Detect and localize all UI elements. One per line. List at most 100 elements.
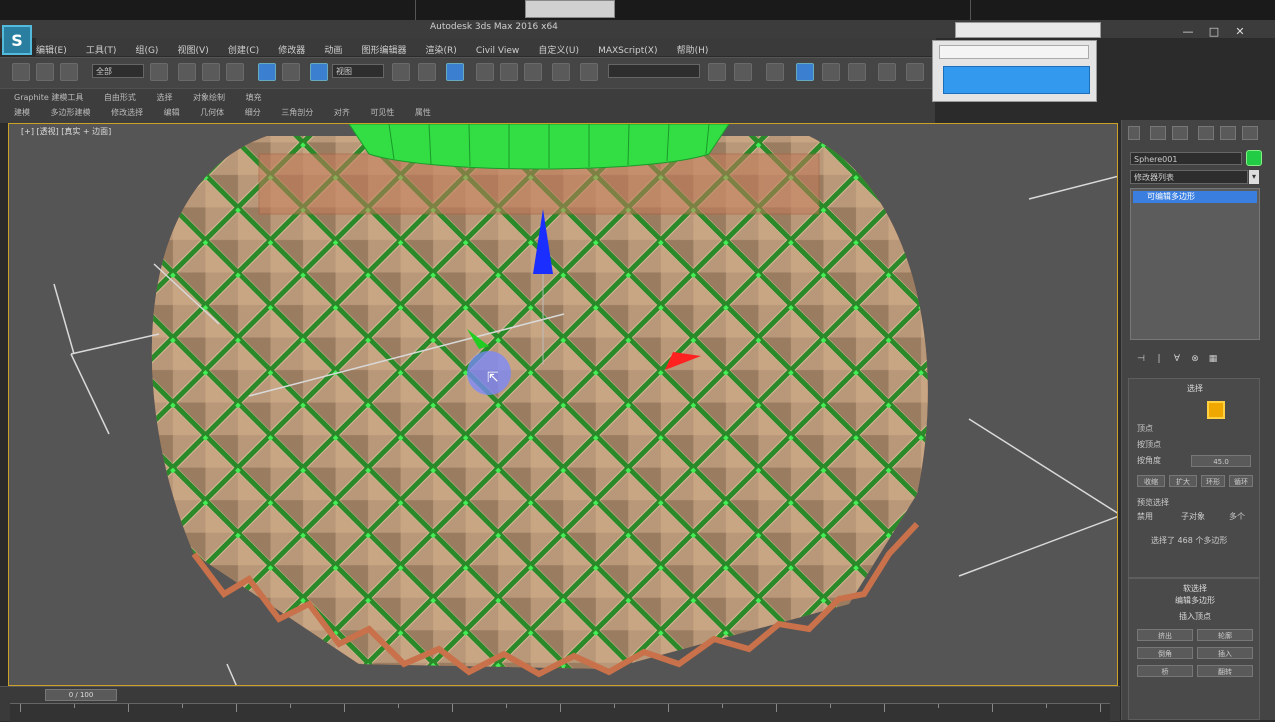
timeline-tick [398,704,399,708]
select-by-name-icon[interactable] [178,63,196,81]
modify-tab-icon[interactable] [1150,126,1166,140]
spinner-snap-icon[interactable] [524,63,542,81]
scale-icon[interactable] [310,63,328,81]
ribbon-panel-align[interactable]: 对齐 [334,108,350,117]
move-icon[interactable] [258,63,276,81]
ribbon-tab-populate[interactable]: 填充 [246,93,262,102]
window-crossing-icon[interactable] [226,63,244,81]
object-color-swatch[interactable] [1246,150,1262,166]
snap-toggle-icon[interactable] [446,63,464,81]
select-object-icon[interactable] [150,63,168,81]
ribbon-panel-modeling[interactable]: 建模 [14,108,30,117]
timeline-tick [74,704,75,708]
timeline-tick [452,704,453,712]
configure-sets-icon[interactable]: ▦ [1204,354,1222,364]
viewport-label[interactable]: [+] [透视] [真实 + 边面] [21,126,111,137]
graphite-toggle-icon[interactable] [796,63,814,81]
app-logo-button[interactable]: S [2,25,32,55]
render-setup-icon[interactable] [906,63,924,81]
search-input[interactable] [955,22,1101,38]
polygon-subobject-icon[interactable] [1207,401,1225,419]
ribbon-tab-object-paint[interactable]: 对象绘制 [193,93,225,102]
pin-stack-icon[interactable]: ⊣ [1132,354,1150,364]
perspective-viewport[interactable]: ⇱ [+] [透视] [真实 + 边面] [8,123,1118,686]
insert-vertex-button[interactable]: 插入顶点 [1129,611,1261,622]
maximize-button[interactable]: □ [1201,25,1227,38]
minimize-button[interactable]: — [1175,25,1201,38]
ribbon-tab-graphite[interactable]: Graphite 建模工具 [14,93,83,102]
utilities-tab-icon[interactable] [1242,126,1258,140]
rect-region-icon[interactable] [202,63,220,81]
pivot-center-icon[interactable] [392,63,410,81]
hierarchy-tab-icon[interactable] [1172,126,1188,140]
ribbon-panel-visibility[interactable]: 可见性 [370,108,394,117]
edit-polygons-title[interactable]: 编辑多边形 [1129,595,1261,606]
show-end-result-icon[interactable]: | [1150,354,1168,364]
popup-select[interactable] [939,45,1089,59]
ribbon-panel-properties[interactable]: 属性 [415,108,431,117]
ribbon-panel-subdivision[interactable]: 细分 [245,108,261,117]
ring-button[interactable]: 环形 [1201,475,1225,487]
material-editor-icon[interactable] [878,63,896,81]
by-angle-option[interactable]: 按角度 [1137,455,1161,466]
extrude-button[interactable]: 挤出 [1137,629,1193,641]
outline-button[interactable]: 轮廓 [1197,629,1253,641]
link-icon[interactable] [60,63,78,81]
curve-editor-icon[interactable] [822,63,840,81]
bridge-button[interactable]: 桥 [1137,665,1193,677]
grow-button[interactable]: 扩大 [1169,475,1197,487]
angle-snap-icon[interactable] [476,63,494,81]
motion-tab-icon[interactable] [1198,126,1214,140]
modifier-list-dropdown[interactable]: 修改器列表 [1130,170,1248,184]
schematic-view-icon[interactable] [848,63,866,81]
ribbon-tab-selection[interactable]: 选择 [156,93,172,102]
flip-button[interactable]: 翻转 [1197,665,1253,677]
display-tab-icon[interactable] [1220,126,1236,140]
preview-multi-option[interactable]: 多个 [1229,511,1245,522]
rotate-icon[interactable] [282,63,300,81]
create-tab-icon[interactable] [1128,126,1140,140]
align-icon[interactable] [734,63,752,81]
redo-icon[interactable] [36,63,54,81]
ribbon-panel-triangulation[interactable]: 三角剖分 [281,108,313,117]
preview-disabled-option[interactable]: 禁用 [1137,511,1153,522]
timeline-tick [20,704,21,712]
loop-button[interactable]: 循环 [1229,475,1253,487]
chevron-down-icon[interactable]: ▾ [1249,170,1259,184]
rollout-title[interactable]: 选择 [1129,383,1261,394]
percent-snap-icon[interactable] [500,63,518,81]
selection-filter-dropdown[interactable]: 全部 [92,64,144,78]
preview-subobject-option[interactable]: 子对象 [1181,511,1205,522]
object-name-field[interactable]: Sphere001 [1130,152,1242,165]
select-manipulate-icon[interactable] [418,63,436,81]
ribbon-panel-poly-modeling[interactable]: 多边形建模 [51,108,91,117]
reference-coord-dropdown[interactable]: 视图 [332,64,384,78]
ignore-backfacing-option[interactable]: 按顶点 [1137,439,1161,450]
undo-icon[interactable] [12,63,30,81]
mirror-icon[interactable] [708,63,726,81]
bevel-button[interactable]: 倒角 [1137,647,1193,659]
named-selection-icon[interactable] [580,63,598,81]
edit-named-selection-icon[interactable] [552,63,570,81]
by-vertex-option[interactable]: 顶点 [1137,423,1153,434]
close-button[interactable]: ✕ [1227,25,1253,38]
remove-modifier-icon[interactable]: ⊗ [1186,354,1204,364]
inset-button[interactable]: 插入 [1197,647,1253,659]
ribbon-panel-geometry[interactable]: 几何体 [200,108,224,117]
named-selection-sets-dropdown[interactable] [608,64,700,78]
ribbon-panel-modify-selection[interactable]: 修改选择 [111,108,143,117]
popup-action-button[interactable] [943,66,1090,94]
ribbon-tab-freeform[interactable]: 自由形式 [104,93,136,102]
shrink-button[interactable]: 收缩 [1137,475,1165,487]
soft-selection-title[interactable]: 软选择 [1129,583,1261,594]
ribbon-panel-edit[interactable]: 编辑 [164,108,180,117]
angle-spinner[interactable]: 45.0 [1191,455,1251,467]
make-unique-icon[interactable]: ∀ [1168,354,1186,364]
track-bar[interactable] [10,703,1110,722]
layer-manager-icon[interactable] [766,63,784,81]
window-controls: — □ ✕ [1175,20,1275,38]
time-slider[interactable]: 0 / 100 [45,689,117,701]
preview-selection-label: 预览选择 [1137,498,1169,507]
stack-item-editable-poly[interactable]: 可编辑多边形 [1133,191,1257,203]
timeline-tick [1100,704,1101,712]
